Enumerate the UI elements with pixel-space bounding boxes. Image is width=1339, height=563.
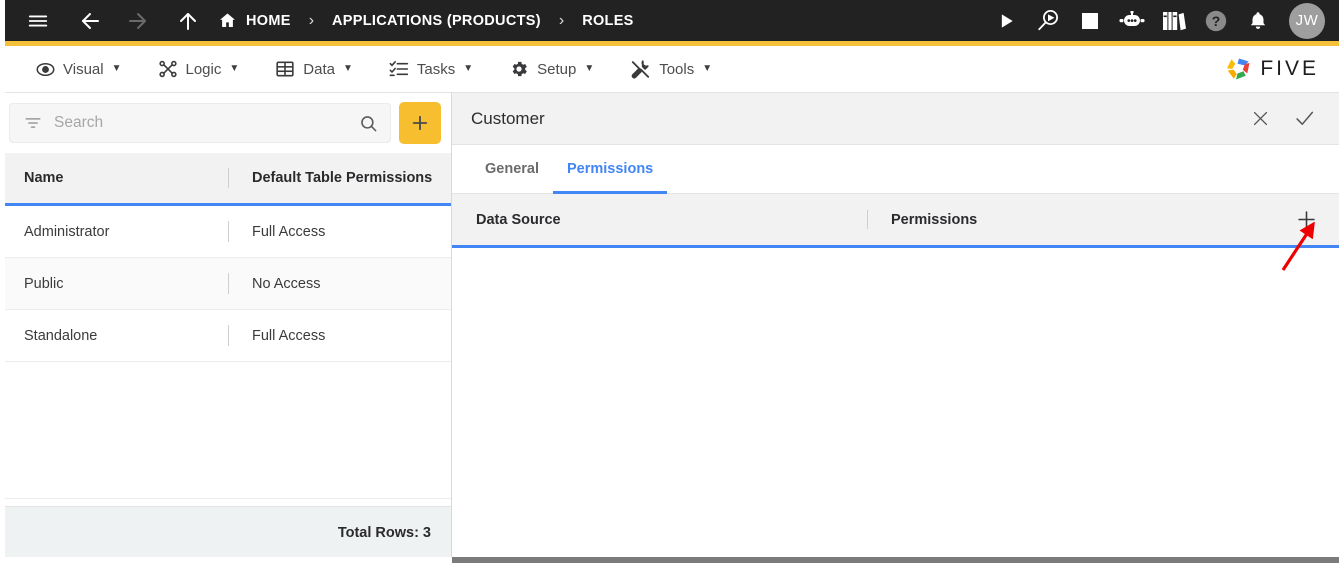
breadcrumb-label-applications: APPLICATIONS (PRODUCTS) [332,12,541,29]
cell-role-permissions: Full Access [228,206,451,257]
roles-list-panel: Name Default Table Permissions Administr… [0,93,452,558]
tab-permissions[interactable]: Permissions [553,145,668,194]
search-box[interactable] [9,103,391,143]
breadcrumb-item-home[interactable]: HOME [208,11,295,30]
tools-hammer-wrench-icon [630,59,651,80]
logic-nodes-icon [158,59,178,79]
search-row [0,93,451,153]
column-header-default-table-permissions[interactable]: Default Table Permissions [228,153,451,203]
rows-empty-area [0,362,451,499]
filter-icon[interactable] [24,114,42,132]
column-header-permissions[interactable]: Permissions [867,194,1273,245]
search-icon[interactable] [359,114,378,133]
table-row[interactable]: Public No Access [0,258,451,310]
cell-role-permissions: Full Access [228,310,451,361]
column-header-name[interactable]: Name [0,153,228,203]
chevron-down-icon: ▼ [463,63,474,74]
topbar-right-group: ? JW [987,1,1325,41]
detail-tabs: General Permissions [452,145,1339,194]
brand-text: FIVE [1260,57,1319,80]
detail-header: Customer [452,93,1339,145]
breadcrumb-separator-2: › [558,11,565,29]
menu-label-setup: Setup [537,60,577,78]
breadcrumb-separator-1: › [308,11,315,29]
menu-item-data[interactable]: Data ▼ [257,46,371,93]
menu-label-tasks: Tasks [416,60,456,78]
total-rows-label: Total Rows: 3 [337,524,431,541]
app-window: HOME › APPLICATIONS (PRODUCTS) › ROLES ?… [0,0,1339,563]
up-arrow-icon[interactable] [168,1,208,41]
chevron-down-icon: ▼ [584,63,595,74]
chevron-down-icon: ▼ [111,63,122,74]
breadcrumb-item-roles[interactable]: ROLES [578,13,637,29]
page-title: Customer [471,108,545,128]
search-input[interactable] [54,114,347,132]
chat-bot-icon[interactable] [1113,1,1151,41]
cell-role-name: Standalone [24,327,98,344]
menu-label-logic: Logic [185,60,222,78]
stop-icon[interactable] [1071,1,1109,41]
eye-icon [36,60,55,79]
help-icon[interactable]: ? [1197,1,1235,41]
application-menu-bar: Visual ▼ Logic ▼ Data ▼ Tasks ▼ Setup ▼ … [0,46,1339,93]
top-navigation-bar: HOME › APPLICATIONS (PRODUCTS) › ROLES ?… [0,0,1339,46]
menu-label-tools: Tools [659,60,695,78]
forward-arrow-icon [118,1,158,41]
roles-grid-rows: Administrator Full Access Public No Acce… [0,206,451,506]
breadcrumb-label-home: HOME [246,12,291,29]
notification-bell-icon[interactable] [1239,1,1277,41]
chevron-down-icon: ▼ [229,63,240,74]
breadcrumb-label-roles: ROLES [582,12,634,29]
topbar-left-group: HOME › APPLICATIONS (PRODUCTS) › ROLES [18,1,987,41]
brand-logo: FIVE [1224,54,1319,84]
permissions-grid-header: Data Source Permissions [452,194,1339,248]
library-books-icon[interactable] [1155,1,1193,41]
add-record-button[interactable] [399,102,441,144]
column-header-data-source[interactable]: Data Source [452,194,867,245]
close-icon[interactable] [1243,102,1277,136]
record-detail-panel: Customer General Permissions Data Source… [452,93,1339,558]
breadcrumb-item-applications[interactable]: APPLICATIONS (PRODUCTS) [328,13,545,29]
roles-grid-footer: Total Rows: 3 [0,506,451,558]
menu-item-logic[interactable]: Logic ▼ [140,46,258,93]
checklist-icon [389,59,409,79]
avatar[interactable]: JW [1289,2,1325,39]
main-content: Name Default Table Permissions Administr… [0,93,1339,558]
permissions-grid-rows [452,248,1339,558]
back-arrow-icon[interactable] [70,1,110,41]
chevron-down-icon: ▼ [342,63,353,74]
permissions-grid: Data Source Permissions [452,194,1339,558]
run-icon[interactable] [987,1,1025,41]
cell-role-name: Public [24,275,64,292]
horizontal-scrollbar[interactable] [0,557,1339,563]
menu-item-setup[interactable]: Setup ▼ [491,46,612,93]
menu-item-tasks[interactable]: Tasks ▼ [371,46,491,93]
five-pinwheel-logo [1224,54,1254,84]
chevron-down-icon: ▼ [702,63,713,74]
table-row[interactable]: Administrator Full Access [0,206,451,258]
table-grid-icon [275,59,295,79]
cell-role-permissions: No Access [228,258,451,309]
svg-text:?: ? [1212,13,1221,29]
left-edge-strip [0,0,5,563]
menu-item-tools[interactable]: Tools ▼ [612,46,730,93]
roles-grid-header: Name Default Table Permissions [0,153,451,206]
menu-item-visual[interactable]: Visual ▼ [18,46,140,93]
tab-general[interactable]: General [471,145,553,193]
roles-grid: Name Default Table Permissions Administr… [0,153,451,558]
debug-search-icon[interactable] [1029,1,1067,41]
check-icon[interactable] [1287,102,1321,136]
menu-label-visual: Visual [63,60,104,78]
add-permission-button[interactable] [1273,209,1339,230]
menu-icon[interactable] [18,1,58,41]
scrollbar-thumb[interactable] [452,557,1339,563]
menu-label-data: Data [303,60,335,78]
home-icon [218,11,237,30]
cell-role-name: Administrator [24,223,110,240]
gear-icon [509,59,529,79]
table-row[interactable]: Standalone Full Access [0,310,451,362]
